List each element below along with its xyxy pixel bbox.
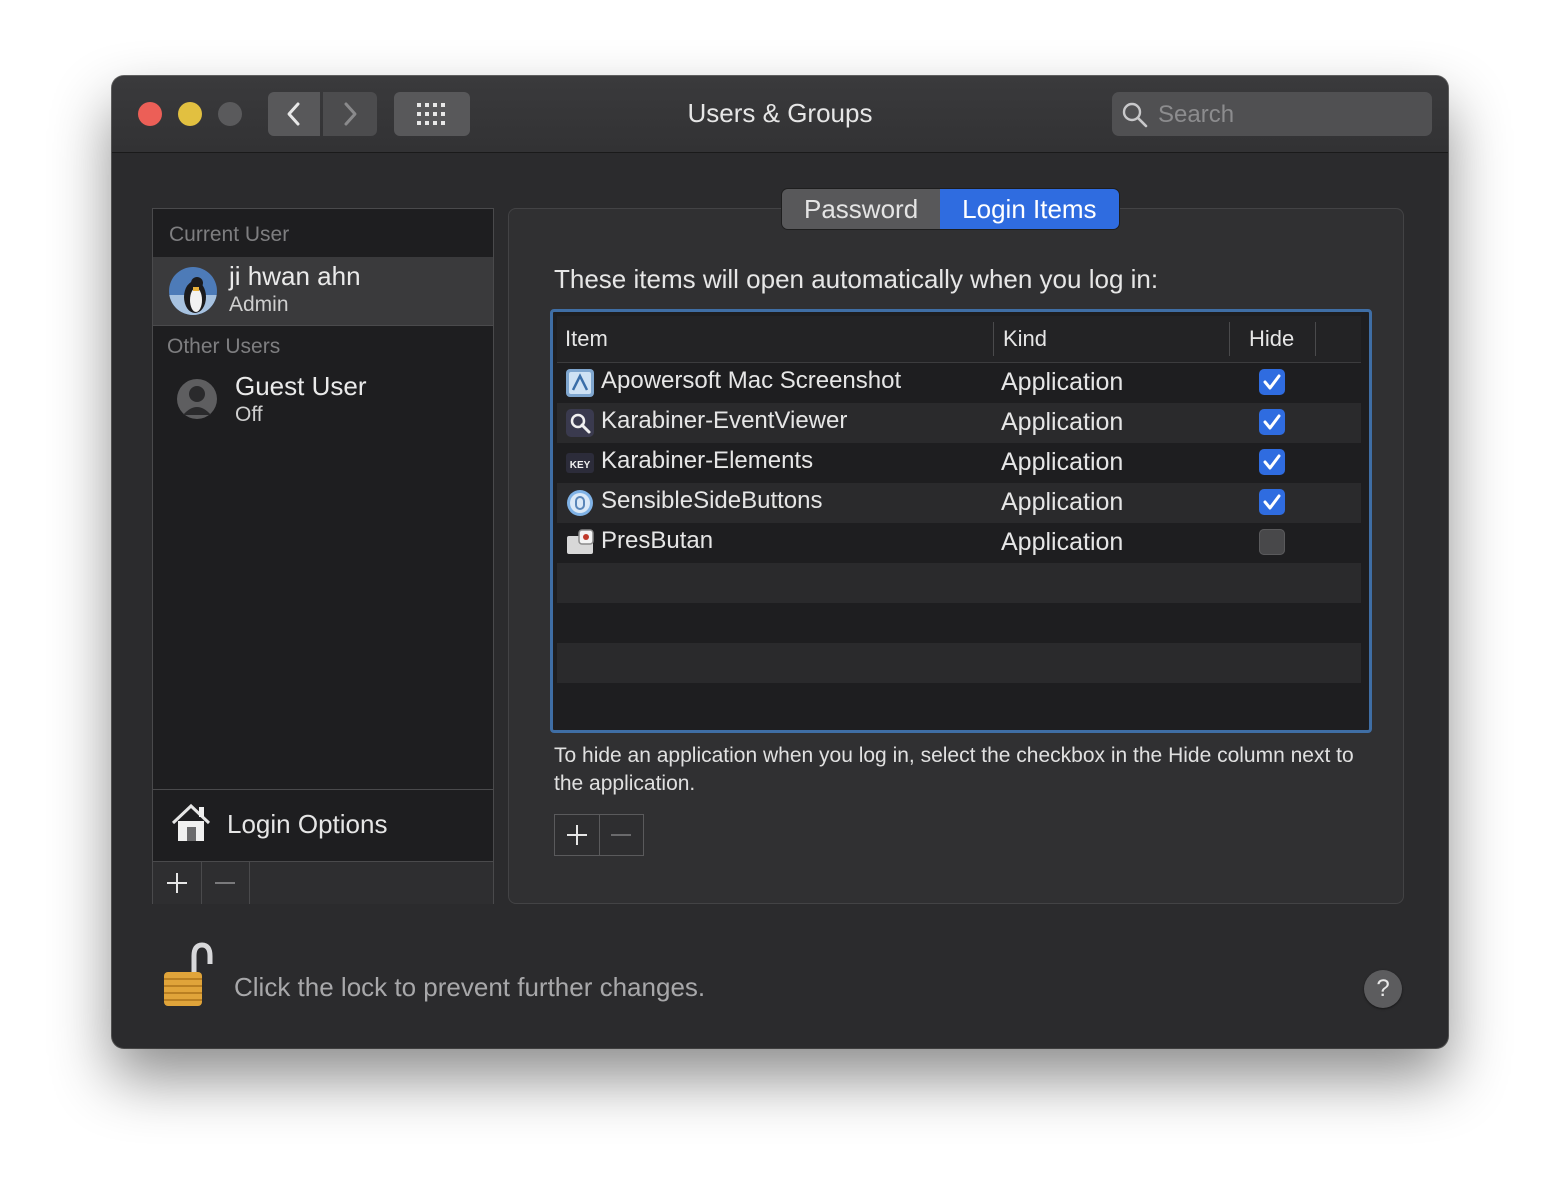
add-login-item-button[interactable] bbox=[555, 815, 600, 855]
other-users-header: Other Users bbox=[167, 335, 281, 358]
plus-icon bbox=[167, 873, 187, 893]
login-items-intro: These items will open automatically when… bbox=[554, 264, 1159, 294]
column-separator bbox=[1229, 322, 1230, 356]
table-row[interactable]: Karabiner-EventViewer Application bbox=[557, 403, 1361, 443]
column-separator bbox=[993, 322, 994, 356]
login-item-kind: Application bbox=[1001, 488, 1124, 516]
unlocked-padlock-icon[interactable] bbox=[160, 942, 216, 1010]
guest-user-icon bbox=[175, 377, 219, 421]
login-item-name: PresButan bbox=[601, 527, 714, 554]
login-options-item[interactable]: Login Options bbox=[153, 791, 493, 859]
current-user-name: ji hwan ahn bbox=[229, 261, 361, 291]
sidebar-divider bbox=[153, 789, 493, 790]
current-user-header: Current User bbox=[169, 223, 290, 246]
tab-bar: Password Login Items bbox=[782, 189, 1119, 229]
minus-icon bbox=[611, 834, 632, 836]
title-bar: Users & Groups bbox=[112, 76, 1448, 153]
hide-checkbox[interactable] bbox=[1259, 409, 1285, 435]
column-header-hide[interactable]: Hide bbox=[1249, 326, 1294, 352]
sidebar-divider bbox=[153, 325, 493, 326]
remove-user-button[interactable] bbox=[201, 862, 250, 904]
column-separator bbox=[1315, 322, 1316, 356]
login-item-kind: Application bbox=[1001, 448, 1124, 476]
tab-login-items[interactable]: Login Items bbox=[940, 189, 1119, 229]
table-row[interactable]: KEY Karabiner-Elements Application bbox=[557, 443, 1361, 483]
hide-checkbox[interactable] bbox=[1259, 529, 1285, 555]
sidebar-item-current-user[interactable]: ji hwan ahn Admin bbox=[153, 257, 493, 325]
empty-row bbox=[557, 563, 1361, 603]
login-item-kind: Application bbox=[1001, 528, 1124, 556]
login-item-kind: Application bbox=[1001, 408, 1124, 436]
sidebar-item-guest-user[interactable]: Guest User Off bbox=[153, 367, 493, 433]
tab-password[interactable]: Password bbox=[782, 189, 941, 229]
lock-status-text: Click the lock to prevent further change… bbox=[234, 972, 706, 1002]
users-sidebar: Current User ji hwan ahn Admin Other Use… bbox=[152, 208, 494, 904]
karabiner-elements-app-icon: KEY bbox=[566, 453, 594, 473]
empty-row bbox=[557, 643, 1361, 683]
house-icon bbox=[171, 803, 211, 841]
apowersoft-app-icon bbox=[566, 369, 594, 397]
svg-text:KEY: KEY bbox=[570, 460, 591, 471]
users-add-remove-bar bbox=[153, 861, 493, 904]
hide-checkbox[interactable] bbox=[1259, 369, 1285, 395]
add-user-button[interactable] bbox=[153, 862, 202, 904]
empty-row bbox=[557, 683, 1361, 723]
login-items-add-remove bbox=[554, 814, 644, 856]
hide-checkbox[interactable] bbox=[1259, 489, 1285, 515]
sensiblesidebuttons-app-icon bbox=[567, 490, 593, 516]
search-icon bbox=[1122, 102, 1148, 128]
table-row[interactable]: Apowersoft Mac Screenshot Application bbox=[557, 363, 1361, 403]
empty-row bbox=[557, 603, 1361, 643]
column-header-item[interactable]: Item bbox=[565, 326, 608, 352]
login-item-name: Apowersoft Mac Screenshot bbox=[601, 367, 902, 394]
checkmark-icon bbox=[1263, 374, 1281, 390]
login-item-name: Karabiner-Elements bbox=[601, 447, 814, 474]
guest-user-name: Guest User bbox=[235, 371, 367, 401]
remove-login-item-button[interactable] bbox=[600, 815, 644, 855]
checkmark-icon bbox=[1263, 454, 1281, 470]
minus-icon bbox=[215, 882, 235, 884]
column-header-kind[interactable]: Kind bbox=[1003, 326, 1047, 352]
presbutan-app-icon bbox=[567, 529, 594, 554]
search-field[interactable] bbox=[1112, 92, 1432, 136]
table-row[interactable]: PresButan Application bbox=[557, 523, 1361, 563]
preferences-window: Users & Groups Current User bbox=[112, 76, 1448, 1048]
table-header: Item Kind Hide bbox=[557, 316, 1361, 363]
karabiner-eventviewer-app-icon bbox=[566, 409, 594, 437]
table-row[interactable]: SensibleSideButtons Application bbox=[557, 483, 1361, 523]
login-item-name: SensibleSideButtons bbox=[601, 487, 823, 514]
login-items-table[interactable]: Item Kind Hide Apowersoft Mac Screenshot… bbox=[550, 309, 1372, 733]
hide-checkbox[interactable] bbox=[1259, 449, 1285, 475]
checkmark-icon bbox=[1263, 494, 1281, 510]
checkmark-icon bbox=[1263, 414, 1281, 430]
login-item-name: Karabiner-EventViewer bbox=[601, 407, 848, 434]
login-item-kind: Application bbox=[1001, 368, 1124, 396]
penguin-avatar bbox=[169, 267, 217, 315]
search-input[interactable] bbox=[1156, 98, 1420, 132]
plus-icon bbox=[566, 825, 587, 845]
help-button[interactable]: ? bbox=[1364, 970, 1402, 1008]
current-user-role: Admin bbox=[229, 293, 289, 316]
guest-user-status: Off bbox=[235, 403, 263, 426]
hide-hint-text: To hide an application when you log in, … bbox=[554, 744, 1354, 795]
login-options-label: Login Options bbox=[227, 809, 388, 839]
